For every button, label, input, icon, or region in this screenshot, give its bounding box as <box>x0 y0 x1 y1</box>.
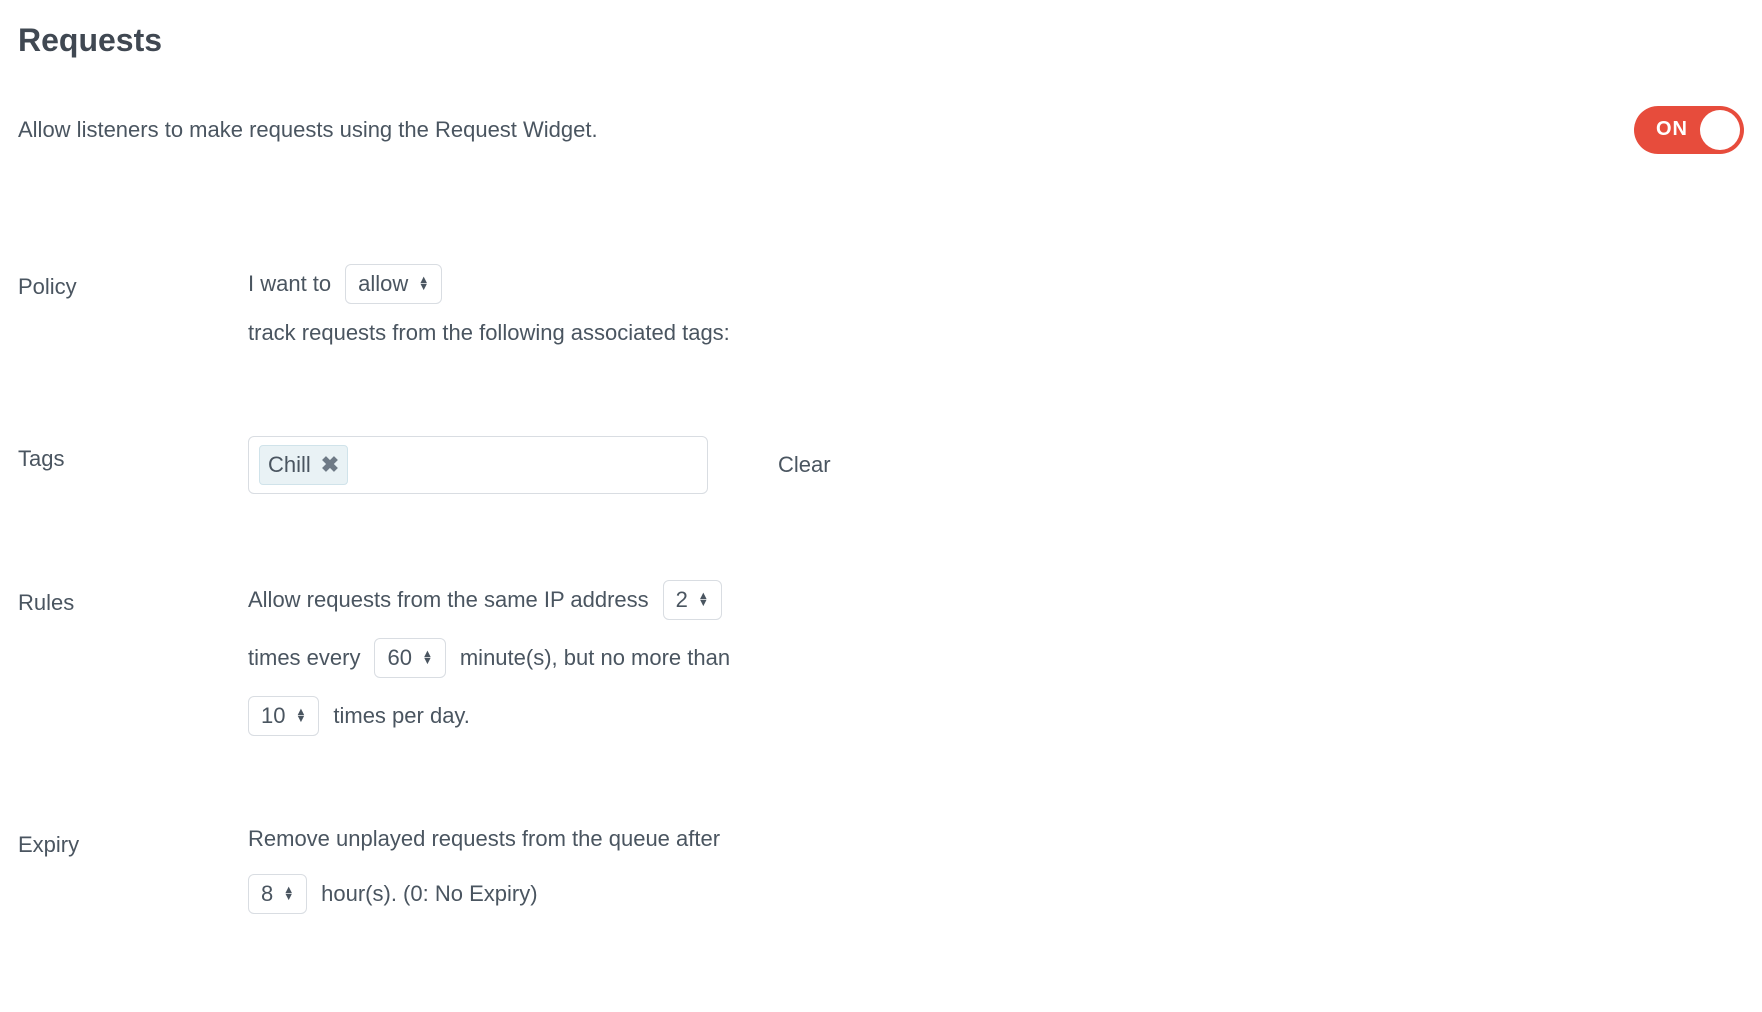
rules-line1-text: Allow requests from the same IP address <box>248 583 649 617</box>
policy-prefix-text: I want to <box>248 267 331 301</box>
sort-arrows-icon <box>295 709 306 723</box>
sort-arrows-icon <box>283 887 294 901</box>
policy-label: Policy <box>18 264 238 304</box>
tag-chip: Chill ✖ <box>259 445 348 485</box>
expiry-hours-select[interactable]: 8 <box>248 874 307 914</box>
rules-requests-select[interactable]: 2 <box>663 580 722 620</box>
expiry-label: Expiry <box>18 822 238 862</box>
requests-description: Allow listeners to make requests using t… <box>18 113 598 147</box>
expiry-prefix-text: Remove unplayed requests from the queue … <box>248 822 720 856</box>
rules-line2-prefix-text: times every <box>248 641 360 675</box>
rules-minutes-select[interactable]: 60 <box>374 638 445 678</box>
sort-arrows-icon <box>418 277 429 291</box>
rules-requests-value: 2 <box>676 589 688 611</box>
remove-tag-icon[interactable]: ✖ <box>321 448 339 482</box>
tags-label: Tags <box>18 436 238 476</box>
requests-toggle[interactable]: ON <box>1634 106 1744 154</box>
expiry-hours-value: 8 <box>261 883 273 905</box>
rules-label: Rules <box>18 580 238 620</box>
clear-tags-button[interactable]: Clear <box>778 448 831 482</box>
rules-perday-value: 10 <box>261 705 285 727</box>
rules-minutes-value: 60 <box>387 647 411 669</box>
requests-toggle-label: ON <box>1656 114 1688 145</box>
expiry-suffix-text: hour(s). (0: No Expiry) <box>321 877 537 911</box>
page-title: Requests <box>18 16 1744 66</box>
rules-line3-text: times per day. <box>333 699 470 733</box>
sort-arrows-icon <box>422 651 433 665</box>
tags-input[interactable]: Chill ✖ <box>248 436 708 494</box>
rules-perday-select[interactable]: 10 <box>248 696 319 736</box>
tag-chip-label: Chill <box>268 448 311 482</box>
policy-select-value: allow <box>358 273 408 295</box>
rules-line2-mid-text: minute(s), but no more than <box>460 641 730 675</box>
sort-arrows-icon <box>698 593 709 607</box>
policy-suffix-text: track requests from the following associ… <box>248 316 1744 350</box>
policy-select[interactable]: allow <box>345 264 442 304</box>
toggle-knob-icon <box>1700 110 1740 150</box>
